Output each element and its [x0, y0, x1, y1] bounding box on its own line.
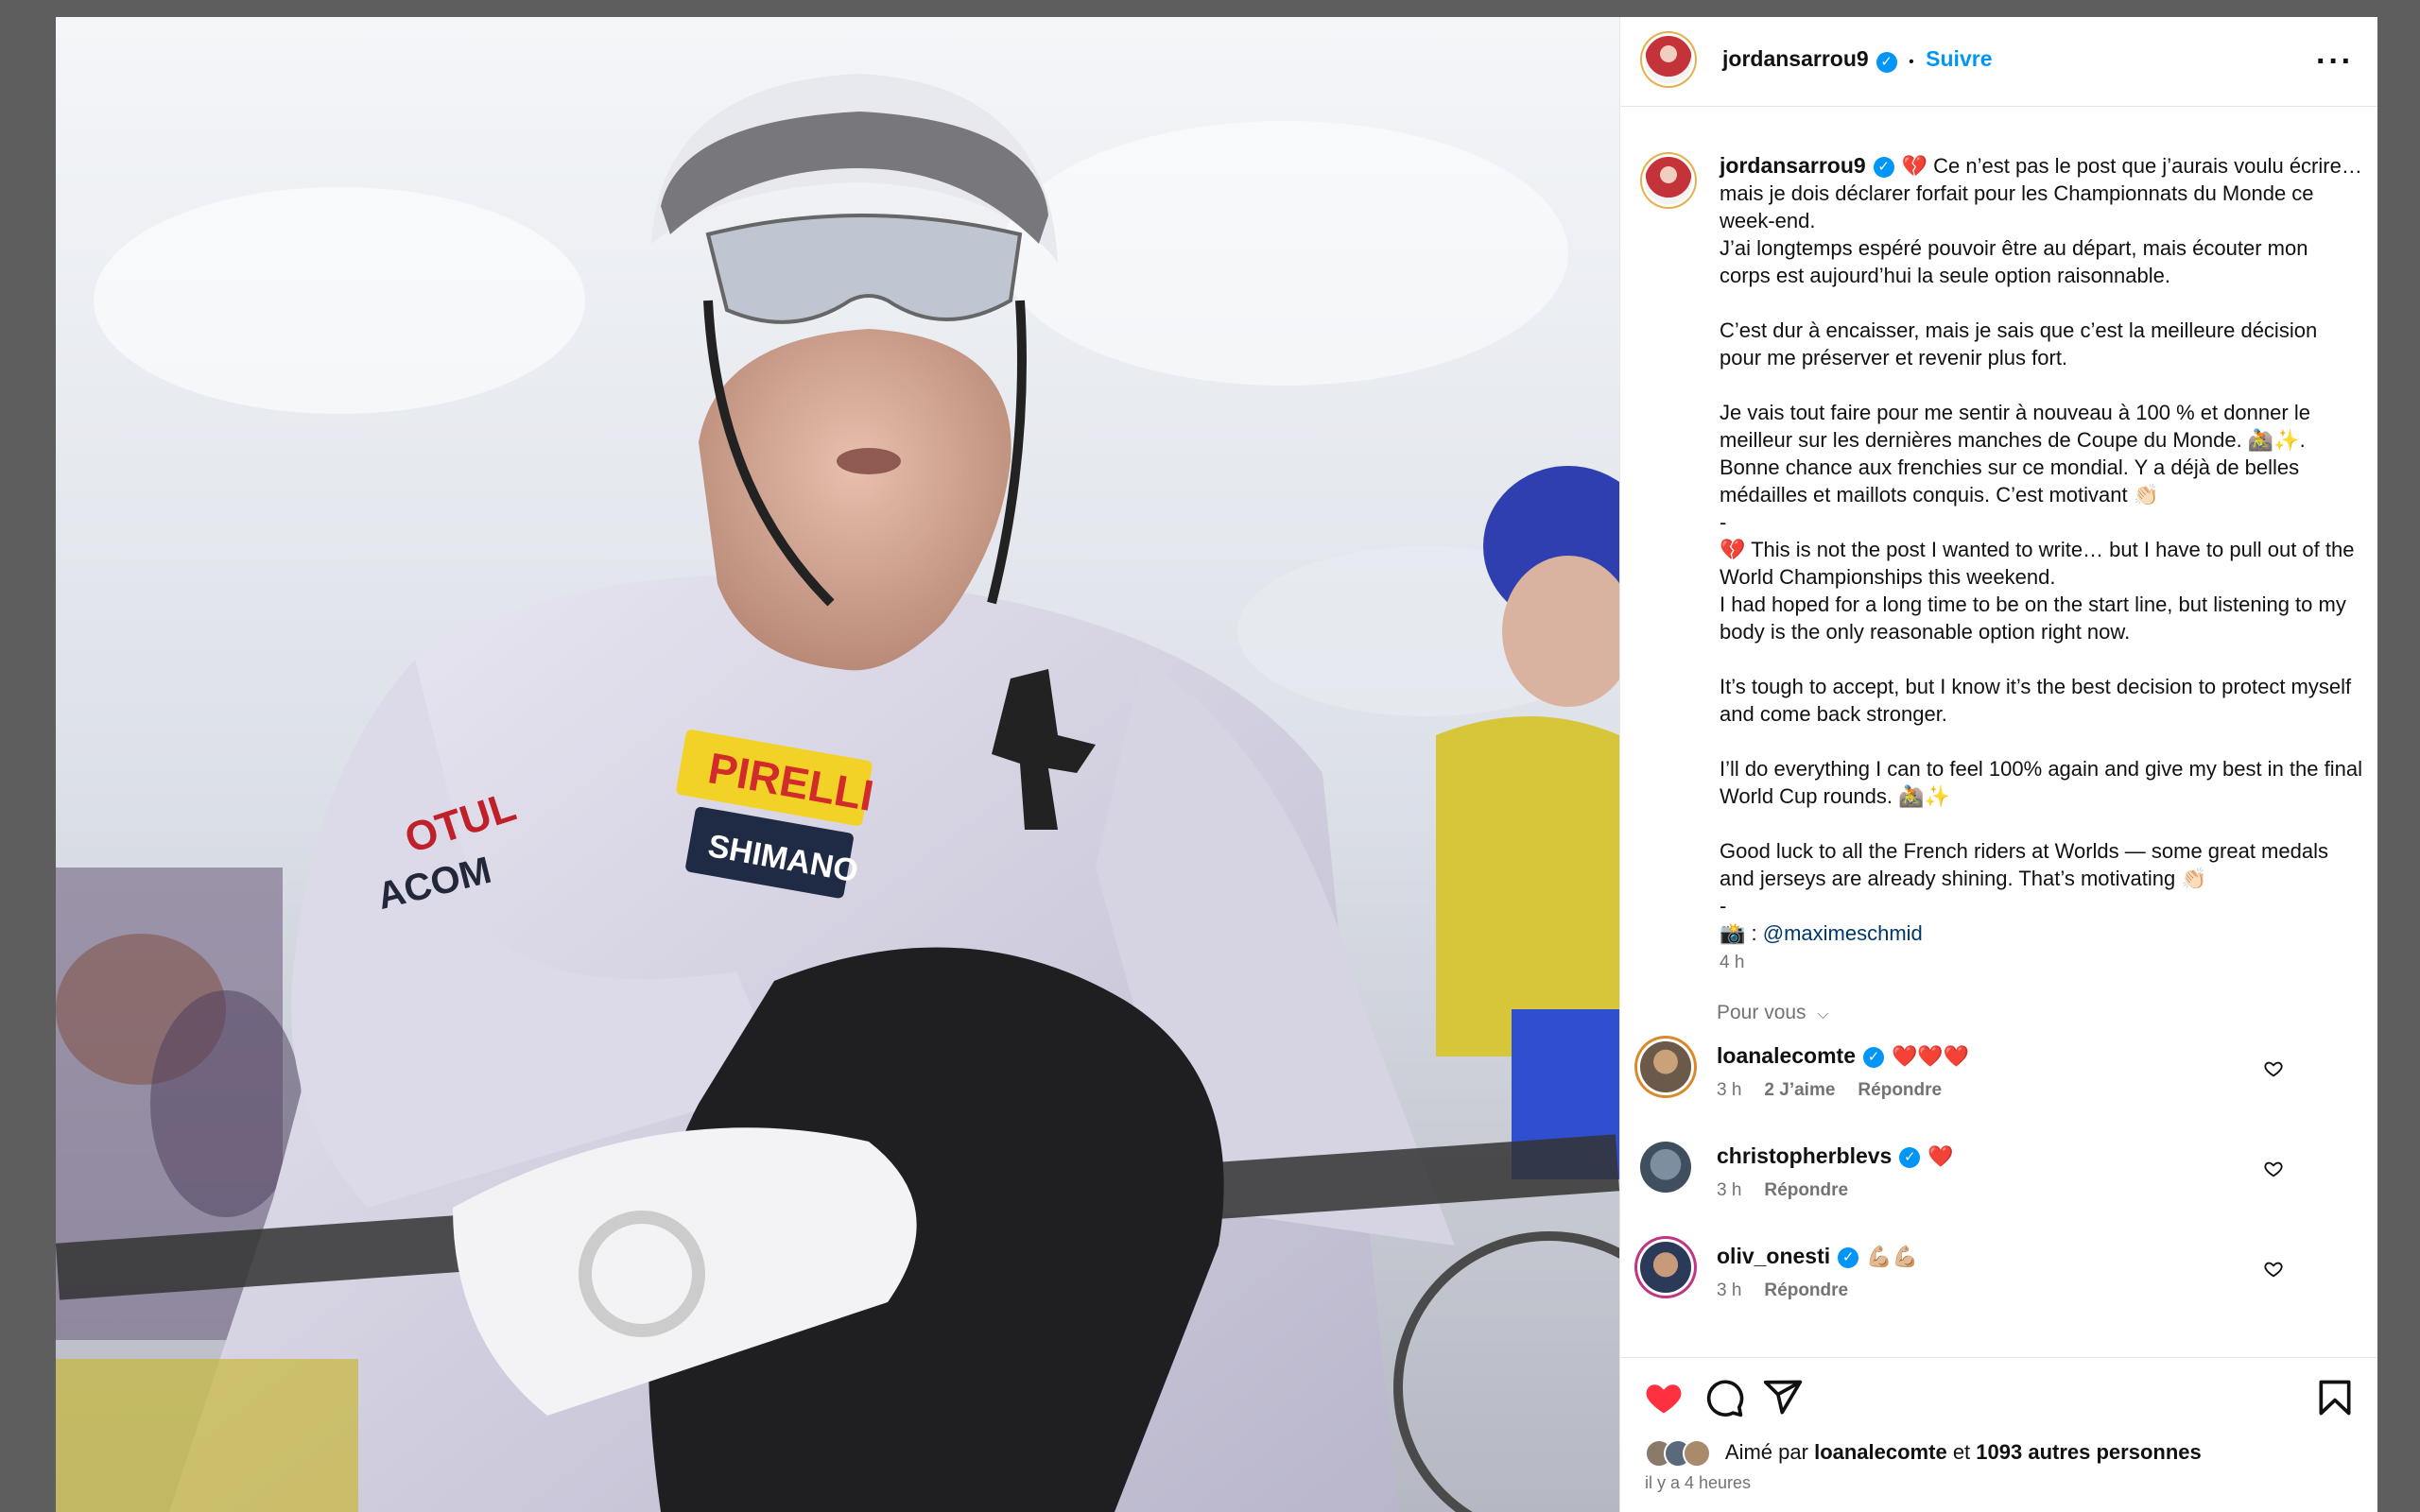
caption-body: jordansarrou9 ✓ 💔 Ce n’est pas le post que… [1720, 152, 2362, 976]
liked-prefix: Aimé par [1724, 1439, 1808, 1464]
verified-badge-icon: ✓ [1838, 1247, 1859, 1269]
reply-button[interactable]: Répondre [1764, 1280, 1848, 1300]
verified-badge-icon: ✓ [1899, 1147, 1921, 1169]
comment-time[interactable]: 3 h [1717, 1080, 1741, 1100]
comment-item: christopherblevs ✓ ❤️ 3 h Répondre [1588, 1142, 2325, 1227]
liked-others-link[interactable]: 1093 autres personnes [1976, 1440, 2201, 1464]
cyclist-photo-illustration: PIRELLI SHIMANO OTUL ACOM [56, 17, 1619, 1512]
reply-button[interactable]: Répondre [1764, 1180, 1848, 1200]
separator-dot: • [1909, 54, 1914, 70]
comment-icon[interactable] [1703, 1377, 1745, 1418]
filter-label: Pour vous [1717, 1002, 1806, 1023]
comment-username[interactable]: loanalecomte [1717, 1043, 1856, 1068]
chevron-down-icon: ⌵ [1817, 1006, 1829, 1022]
comment-item: oliv_onesti ✓ 💪🏼💪🏼 3 h Répondre [1588, 1242, 2325, 1327]
caption-time[interactable]: 4 h [1720, 953, 1744, 972]
comment-text: 💪🏼💪🏼 [1866, 1245, 1918, 1268]
comment-item: loanalecomte ✓ ❤️❤️❤️ 3 h 2 J’aime Répondre [1588, 1041, 2325, 1126]
comment-text: ❤️ [1927, 1144, 1954, 1168]
heart-icon[interactable] [1643, 1377, 1685, 1418]
mention-link[interactable]: @maximeschmid [1763, 921, 1923, 945]
likes-summary: Aimé par loanalecomte et 1093 autres per… [1645, 1439, 2202, 1468]
author-avatar[interactable] [1645, 36, 1692, 83]
caption-avatar[interactable] [1645, 157, 1692, 204]
send-icon[interactable] [1762, 1377, 1804, 1418]
follow-button[interactable]: Suivre [1926, 46, 1992, 71]
liked-user-link[interactable]: loanalecomte [1814, 1440, 1947, 1464]
action-bar: Aimé par loanalecomte et 1093 autres per… [1620, 1357, 2377, 1512]
comment-avatar[interactable] [1640, 1041, 1691, 1092]
comment-heart-icon[interactable] [2263, 1058, 2284, 1079]
reply-button[interactable]: Répondre [1858, 1080, 1942, 1100]
caption-username[interactable]: jordansarrou9 [1720, 153, 1866, 178]
comment-username[interactable]: christopherblevs [1717, 1143, 1892, 1168]
caption-text: 💔 Ce n’est pas le post que j’aurais voul… [1720, 154, 2362, 945]
post-header: jordansarrou9 ✓ • Suivre ··· [1620, 17, 2377, 107]
liked-and: et [1952, 1439, 1971, 1464]
comment-time[interactable]: 3 h [1717, 1280, 1741, 1300]
comment-text: ❤️❤️❤️ [1892, 1044, 1970, 1068]
comment-avatar[interactable] [1640, 1142, 1691, 1193]
caption-verified-badge-icon: ✓ [1873, 157, 1894, 179]
post-photo[interactable]: PIRELLI SHIMANO OTUL ACOM [56, 17, 1619, 1512]
comment-likes[interactable]: 2 J’aime [1764, 1080, 1835, 1100]
author-username[interactable]: jordansarrou9 [1722, 46, 1869, 71]
comment-heart-icon[interactable] [2263, 1159, 2284, 1179]
comment-heart-icon[interactable] [2263, 1259, 2284, 1280]
bookmark-icon[interactable] [2314, 1377, 2356, 1418]
comment-avatar[interactable] [1640, 1242, 1691, 1293]
post-time[interactable]: il y a 4 heures [1645, 1473, 1751, 1493]
comment-time[interactable]: 3 h [1717, 1180, 1741, 1200]
comment-filter-dropdown[interactable]: Pour vous ⌵ [1717, 1002, 1829, 1024]
verified-badge-icon: ✓ [1876, 51, 1897, 73]
liker-avatar [1683, 1439, 1711, 1468]
verified-badge-icon: ✓ [1863, 1047, 1884, 1069]
more-horizontal-icon[interactable]: ··· [2316, 45, 2354, 77]
comment-username[interactable]: oliv_onesti [1717, 1244, 1830, 1268]
